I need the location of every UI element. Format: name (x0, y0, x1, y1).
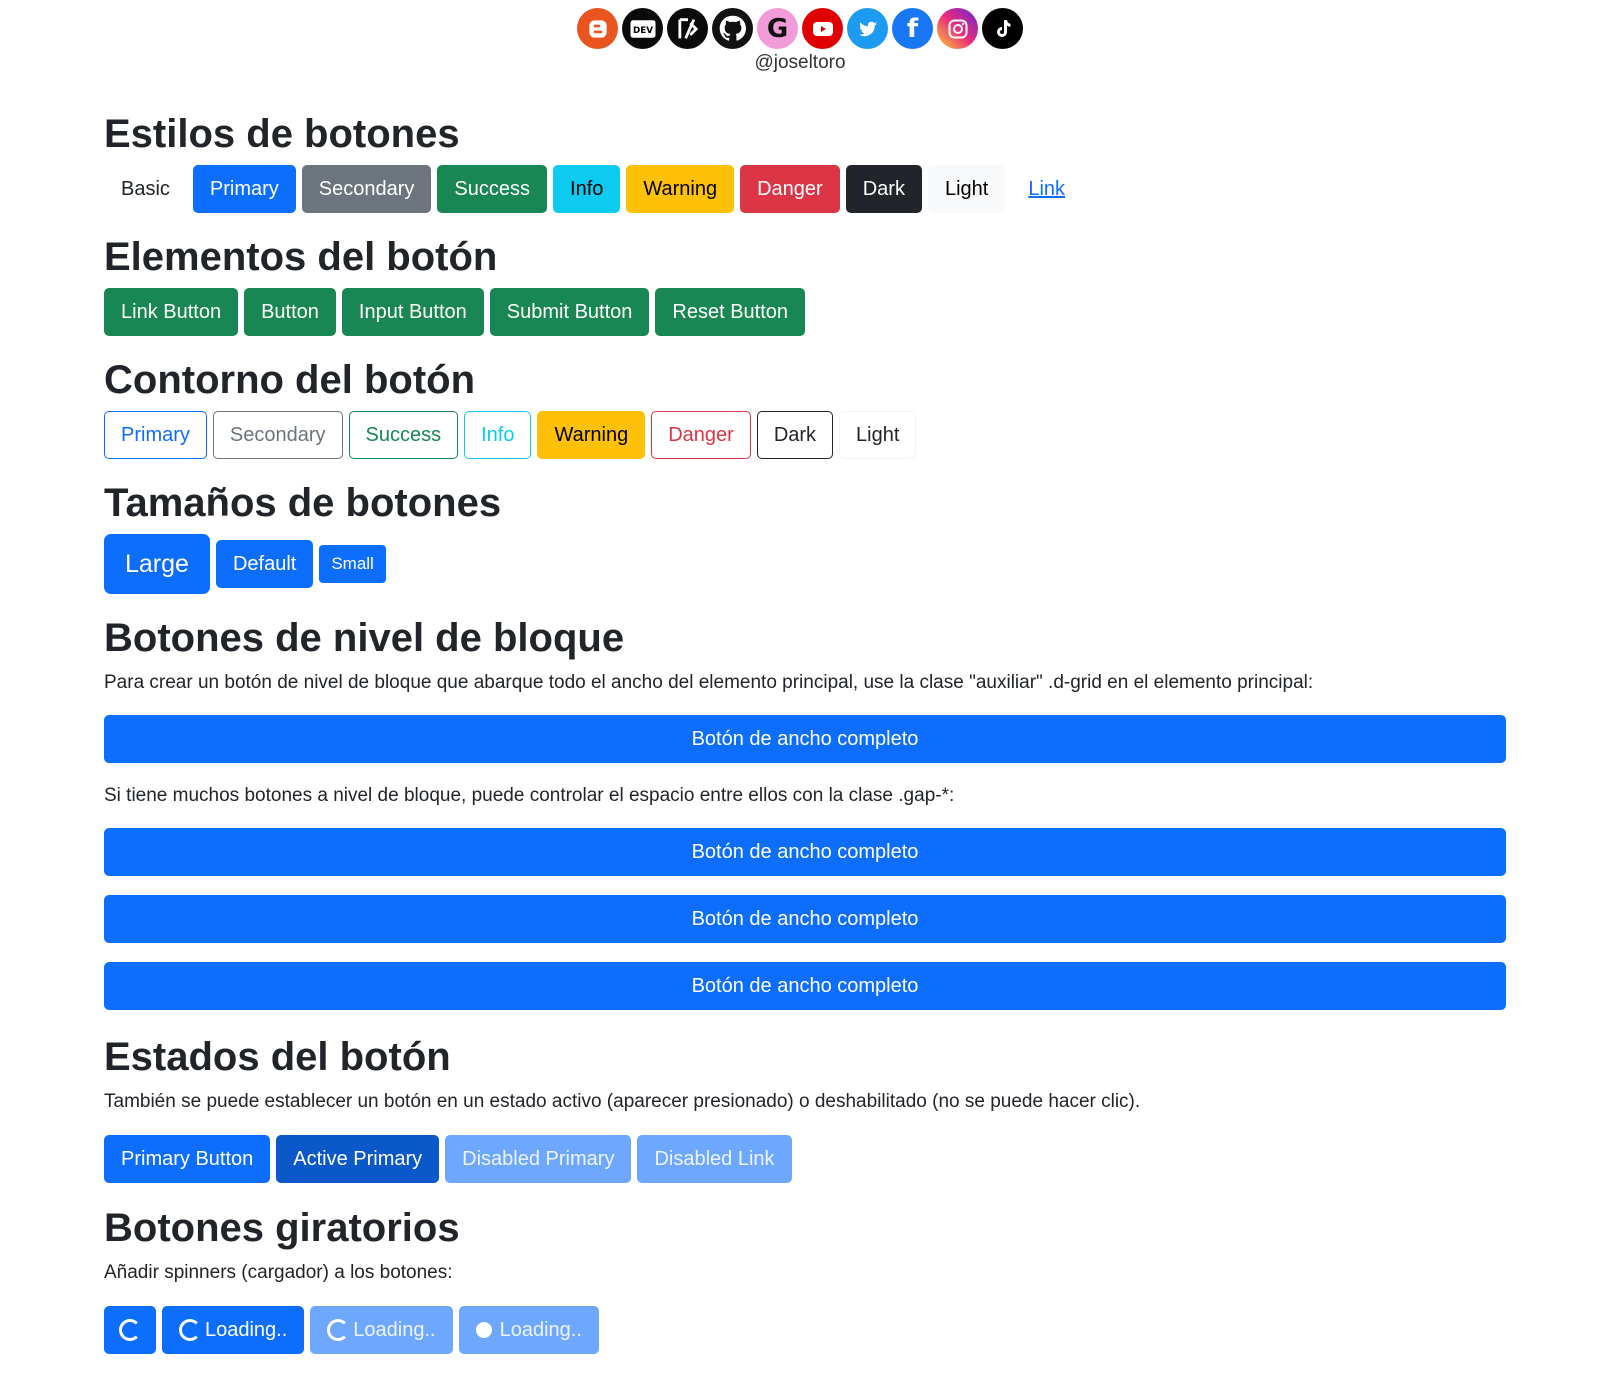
outline-light-button[interactable]: Light (839, 411, 917, 459)
section-giratorios: Botones giratorios Añadir spinners (carg… (104, 1204, 1506, 1354)
loading-grow-button: Loading.. (458, 1306, 599, 1354)
danger-button[interactable]: Danger (740, 165, 840, 213)
description-text: Añadir spinners (cargador) a los botones… (104, 1262, 453, 1283)
outline-warning-button[interactable]: Warning (537, 411, 646, 459)
light-button[interactable]: Light (927, 165, 1006, 213)
section-title: Contorno del botón (104, 358, 476, 402)
outline-dark-button[interactable]: Dark (756, 411, 834, 459)
large-button[interactable]: Large (104, 534, 210, 594)
section-title: Elementos del botón (104, 235, 498, 279)
facebook-icon[interactable]: f (892, 8, 933, 49)
link-button[interactable]: Link (1011, 165, 1082, 213)
success-button[interactable]: Success (437, 165, 548, 213)
spinner-icon (327, 1319, 350, 1341)
spinner-icon (179, 1319, 201, 1341)
instagram-icon[interactable] (937, 8, 978, 49)
basic-button[interactable]: Basic (104, 165, 187, 213)
section-title: Botones de nivel de bloque (104, 616, 625, 660)
loading-label: Loading.. (353, 1318, 436, 1341)
warning-button[interactable]: Warning (626, 165, 735, 213)
loading-label: Loading.. (205, 1318, 288, 1341)
blogger-icon[interactable] (577, 8, 618, 49)
info-button[interactable]: Info (553, 165, 621, 213)
button-row: Basic Primary Secondary Success Info War… (104, 165, 1506, 213)
section-title: Tamaños de botones (104, 481, 502, 525)
outline-secondary-button[interactable]: Secondary (212, 411, 343, 459)
social-header: DEV G f @joseltoro (0, 8, 1600, 74)
spinner-button[interactable] (104, 1306, 156, 1354)
input-button[interactable]: Input Button (341, 288, 484, 336)
section-bloque: Botones de nivel de bloque Para crear un… (104, 614, 1506, 1010)
grow-spinner-icon (475, 1322, 492, 1338)
outline-primary-button[interactable]: Primary (104, 411, 207, 459)
button-row: Large Default Small (104, 534, 1506, 594)
github-icon[interactable] (712, 8, 753, 49)
section-title: Estados del botón (104, 1035, 451, 1079)
primary-button[interactable]: Primary Button (104, 1135, 271, 1183)
button-row: Primary Button Active Primary Disabled P… (104, 1135, 1506, 1183)
outline-info-button[interactable]: Info (464, 411, 532, 459)
button-row: Link Button Button Input Button Submit B… (104, 288, 1506, 336)
secondary-button[interactable]: Secondary (301, 165, 432, 213)
plain-button[interactable]: Button (244, 288, 336, 336)
small-button[interactable]: Small (319, 545, 386, 583)
full-width-button[interactable]: Botón de ancho completo (104, 828, 1506, 876)
tiktok-icon[interactable] (982, 8, 1023, 49)
full-width-button[interactable]: Botón de ancho completo (104, 895, 1506, 943)
outline-success-button[interactable]: Success (348, 411, 459, 459)
disabled-link-button: Disabled Link (637, 1135, 792, 1183)
loading-label: Loading.. (499, 1318, 582, 1341)
social-icons: DEV G f (0, 8, 1600, 49)
link-button[interactable]: Link Button (104, 288, 239, 336)
loading-disabled-button: Loading.. (310, 1306, 453, 1354)
section-elementos: Elementos del botón Link Button Button I… (104, 233, 1506, 336)
full-width-button[interactable]: Botón de ancho completo (104, 715, 1506, 763)
submit-button[interactable]: Submit Button (489, 288, 650, 336)
section-tamanos: Tamaños de botones Large Default Small (104, 479, 1506, 594)
loading-button[interactable]: Loading.. (162, 1306, 305, 1354)
reset-button[interactable]: Reset Button (655, 288, 806, 336)
section-estilos: Estilos de botones Basic Primary Seconda… (104, 110, 1506, 213)
outline-danger-button[interactable]: Danger (651, 411, 751, 459)
block-button-group: Botón de ancho completo Botón de ancho c… (104, 828, 1506, 1010)
section-title: Estilos de botones (104, 112, 460, 156)
button-row: Loading.. Loading.. Loading.. (104, 1306, 1506, 1354)
dark-button[interactable]: Dark (845, 165, 922, 213)
full-width-button[interactable]: Botón de ancho completo (104, 962, 1506, 1010)
default-button[interactable]: Default (215, 540, 314, 588)
description-text: Si tiene muchos botones a nivel de bloqu… (104, 785, 955, 806)
devto-slash-icon[interactable] (667, 8, 708, 49)
button-row: Primary Secondary Success Info Warning D… (104, 411, 1506, 459)
disabled-primary-button: Disabled Primary (445, 1135, 632, 1183)
handle-text: @joseltoro (754, 52, 846, 73)
section-title: Botones giratorios (104, 1206, 460, 1250)
description-text: También se puede establecer un botón en … (104, 1091, 1141, 1112)
spinner-icon (119, 1319, 141, 1341)
section-contorno: Contorno del botón Primary Secondary Suc… (104, 356, 1506, 459)
google-icon[interactable]: G (757, 8, 798, 49)
section-estados: Estados del botón También se puede estab… (104, 1033, 1506, 1183)
twitter-icon[interactable] (847, 8, 888, 49)
dev-icon[interactable]: DEV (622, 8, 663, 49)
youtube-icon[interactable] (802, 8, 843, 49)
active-primary-button[interactable]: Active Primary (276, 1135, 440, 1183)
description-text: Para crear un botón de nivel de bloque q… (104, 672, 1314, 693)
svg-text:DEV: DEV (632, 25, 652, 35)
primary-button[interactable]: Primary (192, 165, 296, 213)
